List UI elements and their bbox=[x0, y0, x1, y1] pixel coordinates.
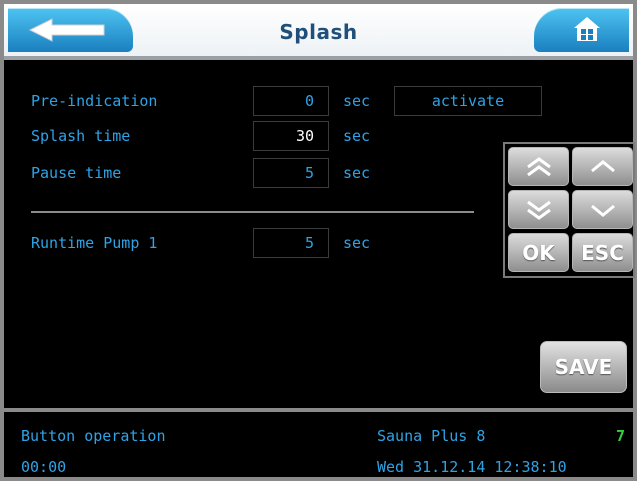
down-button[interactable] bbox=[572, 190, 633, 229]
up-button[interactable] bbox=[572, 147, 633, 186]
pre-indication-unit: sec bbox=[343, 92, 371, 110]
splash-time-unit: sec bbox=[343, 127, 371, 145]
home-icon bbox=[574, 17, 600, 41]
home-button[interactable] bbox=[534, 8, 629, 52]
page-down-icon bbox=[527, 200, 551, 220]
pause-time-unit: sec bbox=[343, 164, 371, 182]
header-bar: Splash bbox=[4, 4, 633, 60]
save-button[interactable]: SAVE bbox=[540, 341, 627, 393]
splash-time-value[interactable]: 30 bbox=[253, 121, 329, 151]
status-bar: Button operation Sauna Plus 8 7 00:00 We… bbox=[4, 408, 633, 477]
product-name: Sauna Plus 8 bbox=[377, 427, 486, 445]
page-down-button[interactable] bbox=[508, 190, 569, 229]
page-up-button[interactable] bbox=[508, 147, 569, 186]
pause-time-label: Pause time bbox=[31, 164, 122, 182]
esc-button[interactable]: ESC bbox=[572, 233, 633, 272]
runtime-pump-label: Runtime Pump 1 bbox=[31, 234, 158, 252]
runtime-pump-value[interactable]: 5 bbox=[253, 228, 329, 258]
navigation-keypad: OK ESC bbox=[503, 142, 635, 278]
activate-button[interactable]: activate bbox=[394, 86, 542, 116]
splash-time-label: Splash time bbox=[31, 127, 131, 145]
pre-indication-value[interactable]: 0 bbox=[253, 86, 329, 116]
down-icon bbox=[591, 204, 615, 217]
up-icon bbox=[591, 160, 615, 173]
settings-panel: Pre-indication 0 sec activate Splash tim… bbox=[4, 60, 635, 408]
ok-button[interactable]: OK bbox=[508, 233, 569, 272]
divider bbox=[31, 211, 474, 213]
operation-mode: Button operation bbox=[21, 427, 166, 445]
pre-indication-label: Pre-indication bbox=[31, 92, 158, 110]
runtime-pump-unit: sec bbox=[343, 234, 371, 252]
status-number: 7 bbox=[616, 427, 626, 445]
pause-time-value[interactable]: 5 bbox=[253, 158, 329, 188]
page-up-icon bbox=[527, 157, 551, 177]
date-time: Wed 31.12.14 12:38:10 bbox=[377, 458, 567, 476]
timer-display: 00:00 bbox=[21, 458, 67, 476]
